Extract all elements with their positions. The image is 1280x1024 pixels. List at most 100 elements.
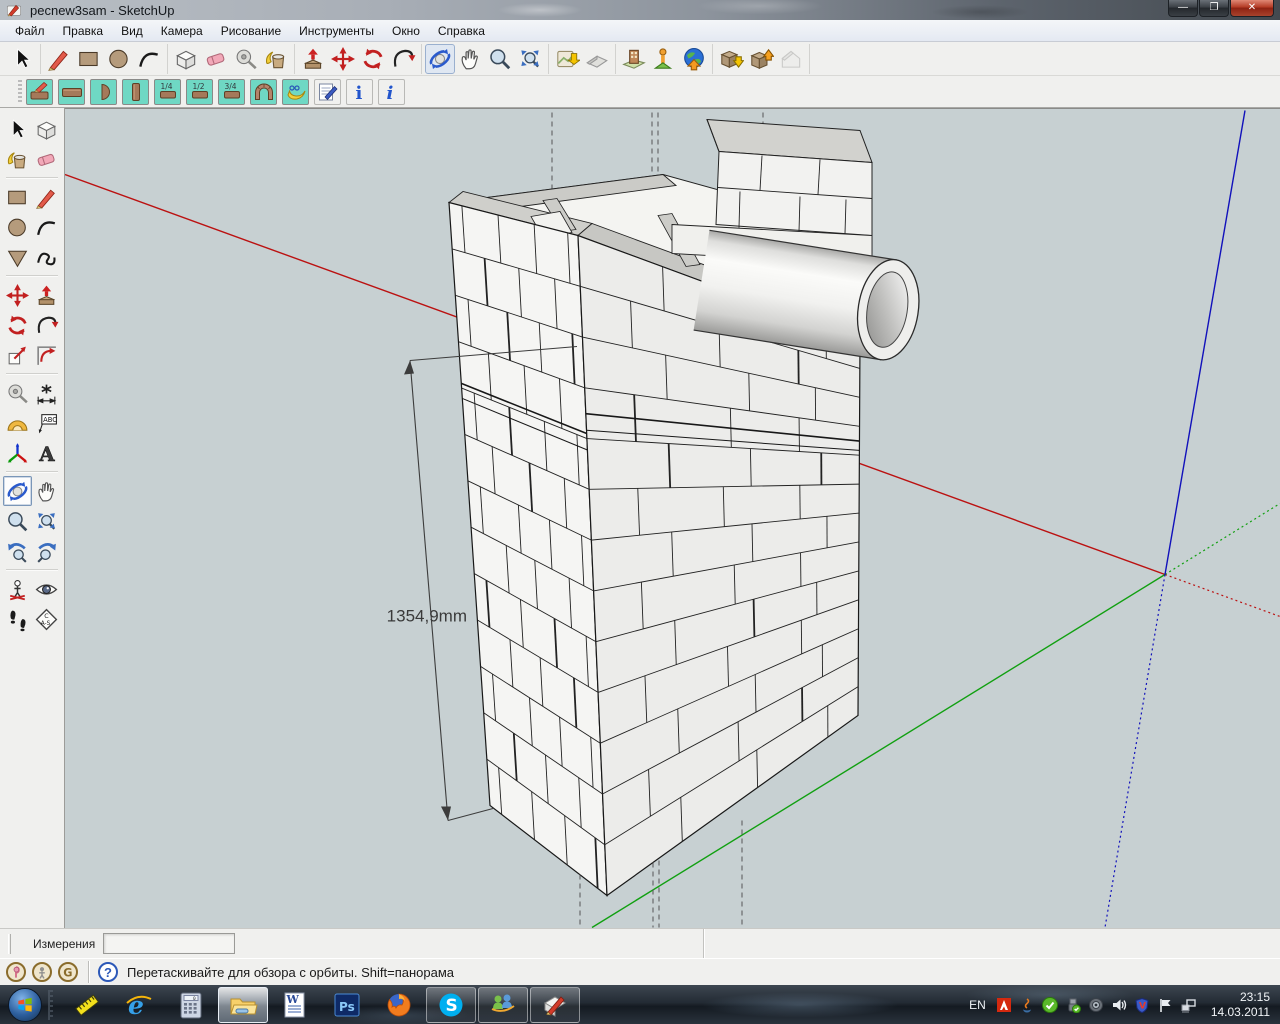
palette-arc[interactable] — [32, 212, 61, 242]
palette-dimension[interactable] — [32, 378, 61, 408]
menu-4[interactable]: Рисование — [212, 21, 290, 41]
brickbar-brick-draw[interactable] — [26, 79, 53, 105]
palette-tape-measure[interactable] — [3, 378, 32, 408]
toolbar-zoom[interactable] — [485, 44, 515, 74]
tray-volume[interactable] — [1111, 996, 1128, 1013]
palette-zoom-extents[interactable] — [32, 506, 61, 536]
tray-usb-check[interactable] — [1065, 996, 1082, 1013]
restore-button[interactable]: ❐ — [1199, 0, 1229, 17]
toolbar-rotate[interactable] — [358, 44, 388, 74]
toolbar-model-info[interactable] — [649, 44, 679, 74]
start-button[interactable] — [8, 988, 42, 1022]
palette-position-camera[interactable] — [3, 574, 32, 604]
palette-text[interactable]: ABC — [32, 408, 61, 438]
palette-zoom[interactable] — [3, 506, 32, 536]
status-geo-pin[interactable] — [6, 962, 26, 982]
palette-text-3d[interactable]: A — [32, 438, 61, 468]
brickbar-brick-three-quarter[interactable]: 3/4 — [218, 79, 245, 105]
tray-webcam[interactable] — [1088, 996, 1105, 1013]
palette-paint-bucket[interactable] — [3, 144, 32, 174]
brickbar-info-italic[interactable]: i — [378, 79, 405, 105]
toolbar-line[interactable] — [44, 44, 74, 74]
brickbar-brick-upright[interactable] — [122, 79, 149, 105]
toolbar-pan[interactable] — [455, 44, 485, 74]
palette-protractor[interactable] — [3, 408, 32, 438]
taskbar-sketchup-measure[interactable] — [62, 987, 112, 1023]
palette-axes[interactable] — [3, 438, 32, 468]
palette-section-plane[interactable]: CA-S — [32, 604, 61, 634]
toolbar-preview-earth[interactable] — [679, 44, 709, 74]
palette-walk[interactable] — [3, 604, 32, 634]
toolbar-orbit[interactable] — [425, 44, 455, 74]
toolbar-warehouse[interactable] — [776, 44, 806, 74]
toolbar-arc[interactable] — [134, 44, 164, 74]
toolbar-grip[interactable] — [18, 80, 22, 104]
toolbar-eraser[interactable] — [201, 44, 231, 74]
palette-move[interactable] — [3, 280, 32, 310]
help-icon[interactable]: ? — [98, 962, 118, 982]
brickbar-info-roman[interactable]: i — [346, 79, 373, 105]
taskbar-word[interactable]: W — [270, 987, 320, 1023]
resize-grip[interactable] — [8, 934, 11, 954]
taskbar-explorer[interactable] — [218, 987, 268, 1023]
brickbar-edit-sheet[interactable] — [314, 79, 341, 105]
tray-java[interactable] — [1019, 996, 1036, 1013]
measurements-input[interactable] — [103, 933, 235, 954]
palette-rotate[interactable] — [3, 310, 32, 340]
toolbar-share-models[interactable] — [746, 44, 776, 74]
toolbar-toggle-terrain[interactable] — [582, 44, 612, 74]
palette-polygon[interactable] — [3, 242, 32, 272]
palette-orbit[interactable] — [3, 476, 32, 506]
menu-6[interactable]: Окно — [383, 21, 429, 41]
menu-5[interactable]: Инструменты — [290, 21, 383, 41]
palette-follow-me[interactable] — [32, 310, 61, 340]
taskbar-photoshop[interactable]: Ps — [322, 987, 372, 1023]
tray-antivirus[interactable]: V — [1134, 996, 1151, 1013]
close-button[interactable]: ✕ — [1230, 0, 1274, 17]
palette-line[interactable] — [32, 182, 61, 212]
palette-rectangle[interactable] — [3, 182, 32, 212]
brickbar-arch[interactable] — [250, 79, 277, 105]
clock[interactable]: 23:15 14.03.2011 — [1211, 990, 1270, 1020]
palette-view-next[interactable] — [32, 536, 61, 566]
taskbar-firefox[interactable] — [374, 987, 424, 1023]
status-credit-person[interactable] — [32, 962, 52, 982]
toolbar-get-models[interactable] — [716, 44, 746, 74]
taskbar-sketchup[interactable] — [530, 987, 580, 1023]
tray-adobe[interactable] — [996, 996, 1013, 1013]
tray-shield-check[interactable] — [1042, 996, 1059, 1013]
palette-select[interactable] — [3, 114, 32, 144]
toolbar-push-pull[interactable] — [298, 44, 328, 74]
menu-0[interactable]: Файл — [6, 21, 54, 41]
palette-scale[interactable] — [3, 340, 32, 370]
toolbar-paint-bucket[interactable] — [261, 44, 291, 74]
menu-7[interactable]: Справка — [429, 21, 494, 41]
toolbar-add-location[interactable] — [552, 44, 582, 74]
palette-pan[interactable] — [32, 476, 61, 506]
toolbar-select[interactable] — [7, 44, 37, 74]
taskbar-calculator[interactable]: 0 — [166, 987, 216, 1023]
brickbar-brick-half[interactable]: 1/2 — [186, 79, 213, 105]
menu-3[interactable]: Камера — [152, 21, 212, 41]
model-canvas[interactable]: 1354,9mm — [65, 109, 1280, 929]
taskbar-skype[interactable]: S — [426, 987, 476, 1023]
brickbar-banana[interactable] — [282, 79, 309, 105]
toolbar-follow-me[interactable] — [388, 44, 418, 74]
toolbar-photo-textures[interactable] — [619, 44, 649, 74]
taskbar-messenger[interactable] — [478, 987, 528, 1023]
palette-circle[interactable] — [3, 212, 32, 242]
palette-component[interactable] — [32, 114, 61, 144]
tray-flag[interactable] — [1157, 996, 1174, 1013]
brickbar-brick-half-round[interactable] — [90, 79, 117, 105]
viewport-3d[interactable]: 1354,9mm — [65, 108, 1280, 928]
palette-eraser[interactable] — [32, 144, 61, 174]
toolbar-move[interactable] — [328, 44, 358, 74]
menu-1[interactable]: Правка — [54, 21, 113, 41]
toolbar-circle[interactable] — [104, 44, 134, 74]
status-credit-g[interactable]: G — [58, 962, 78, 982]
language-indicator[interactable]: EN — [969, 998, 986, 1012]
brickbar-brick-quarter[interactable]: 1/4 — [154, 79, 181, 105]
toolbar-zoom-extents[interactable] — [515, 44, 545, 74]
minimize-button[interactable]: — — [1168, 0, 1198, 17]
taskbar-internet-explorer[interactable]: e — [114, 987, 164, 1023]
